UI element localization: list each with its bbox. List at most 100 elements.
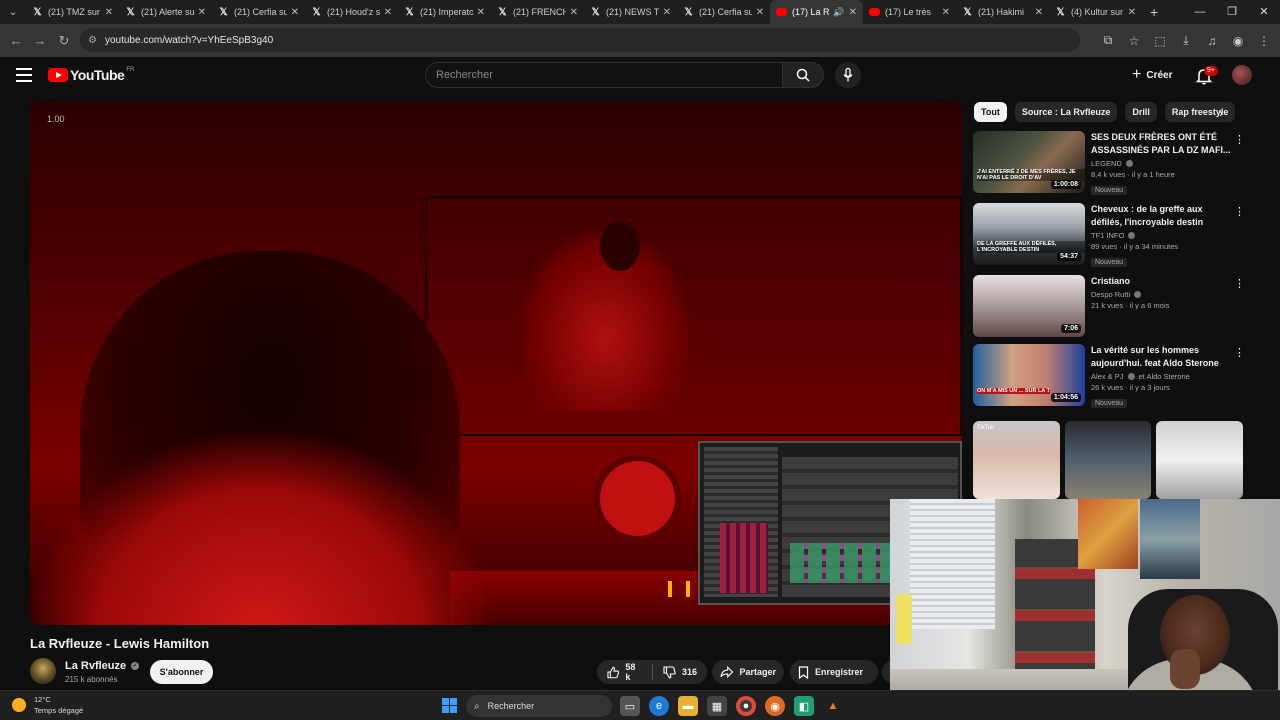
close-tab-icon[interactable]: ✕ bbox=[1128, 7, 1136, 18]
short-thumbnail[interactable] bbox=[1064, 421, 1152, 499]
recommendation-item[interactable]: DE LA GREFFE AUX DÉFILÉS, L'INCROYABLE D… bbox=[973, 203, 1245, 267]
video-thumbnail[interactable]: 7:06 bbox=[973, 275, 1085, 337]
browser-tab[interactable]: 𝕏 (21) Houd'z sur X ✕ bbox=[305, 0, 398, 24]
filter-chip[interactable]: Source : La Rvfleuze bbox=[1014, 102, 1118, 122]
weather-widget[interactable]: 12°C Temps dégagé bbox=[12, 694, 83, 716]
close-tab-icon[interactable]: ✕ bbox=[756, 7, 764, 18]
close-tab-icon[interactable]: ✕ bbox=[384, 7, 392, 18]
recommendation-title[interactable]: La vérité sur les hommes aujourd'hui. fe… bbox=[1091, 344, 1231, 370]
like-button[interactable]: 58 k bbox=[597, 660, 652, 684]
forward-arrow-icon[interactable]: → bbox=[28, 33, 52, 48]
account-avatar[interactable] bbox=[1232, 65, 1252, 85]
menu-icon[interactable] bbox=[16, 68, 32, 82]
recommendation-channel[interactable]: LEGEND bbox=[1091, 159, 1231, 168]
recommendation-title[interactable]: Cristiano bbox=[1091, 275, 1231, 288]
recommendation-channel[interactable]: Alex & PJ et Aldo Sterone bbox=[1091, 372, 1231, 381]
browser-tab[interactable]: 𝕏 (21) FRENCH sur X ✕ bbox=[491, 0, 584, 24]
maximize-button[interactable]: ❐ bbox=[1216, 0, 1248, 24]
save-button[interactable]: Enregistrer bbox=[790, 660, 878, 684]
close-tab-icon[interactable]: ✕ bbox=[291, 7, 299, 18]
recommendation-item[interactable]: 7:06 Cristiano Despo Rutti 21 k vues · i… bbox=[973, 275, 1245, 339]
browser-tab[interactable]: (17) Le très ✕ bbox=[863, 0, 956, 24]
browser-tab[interactable]: (17) La R 🔊 ✕ bbox=[770, 0, 863, 24]
bookmark-star-icon[interactable]: ☆ bbox=[1126, 34, 1142, 48]
browser-tab[interactable]: 𝕏 (4) Kultur sur ✕ bbox=[1049, 0, 1142, 24]
channel-avatar[interactable] bbox=[30, 658, 56, 684]
close-tab-icon[interactable]: ✕ bbox=[105, 7, 113, 18]
subscribe-button[interactable]: S'abonner bbox=[150, 660, 213, 684]
close-tab-icon[interactable]: ✕ bbox=[663, 7, 671, 18]
youtube-logo[interactable]: YouTube FR bbox=[48, 67, 134, 83]
browser-menu-icon[interactable]: ⋮ bbox=[1256, 34, 1272, 48]
browser-tab[interactable]: 𝕏 (21) Cerfia sur X ✕ bbox=[212, 0, 305, 24]
windows-start-icon[interactable] bbox=[442, 698, 457, 713]
close-window-button[interactable]: ✕ bbox=[1248, 0, 1280, 24]
tab-search-chevron-icon[interactable]: ⌄ bbox=[0, 0, 26, 24]
recommendation-channel[interactable]: TF1 INFO bbox=[1091, 231, 1231, 240]
browser-tab[interactable]: 𝕏 (21) Hakimi ✕ bbox=[956, 0, 1049, 24]
microphone-icon bbox=[843, 68, 853, 82]
extensions-icon[interactable]: ⬚ bbox=[1152, 34, 1168, 48]
close-tab-icon[interactable]: ✕ bbox=[198, 7, 206, 18]
browser-tab[interactable]: 𝕏 (21) Alerte sur X ✕ bbox=[119, 0, 212, 24]
downloads-icon[interactable]: ⤓ bbox=[1178, 33, 1194, 48]
browser-tab[interactable]: 𝕏 (21) Cerfia sur X ✕ bbox=[677, 0, 770, 24]
verified-check-icon bbox=[1128, 232, 1136, 239]
recommendation-channel[interactable]: Despo Rutti bbox=[1091, 290, 1231, 299]
video-thumbnail[interactable]: DE LA GREFFE AUX DÉFILÉS, L'INCROYABLE D… bbox=[973, 203, 1085, 265]
close-tab-icon[interactable]: ✕ bbox=[570, 7, 578, 18]
browser-tab[interactable]: 𝕏 (21) NEWS T sur X ✕ bbox=[584, 0, 677, 24]
browser-tab[interactable]: 𝕏 (21) Imperator sur X ✕ bbox=[398, 0, 491, 24]
media-controls-icon[interactable]: ♫ bbox=[1204, 34, 1220, 48]
search-button[interactable] bbox=[782, 62, 824, 88]
tab-audio-icon[interactable]: 🔊 bbox=[833, 7, 844, 18]
short-thumbnail[interactable]: TikTok bbox=[973, 421, 1060, 499]
minimize-button[interactable]: — bbox=[1184, 0, 1216, 24]
taskbar-search[interactable]: ⌕ Rechercher bbox=[466, 695, 612, 717]
edge-browser-icon[interactable]: e bbox=[649, 696, 669, 716]
close-tab-icon[interactable]: ✕ bbox=[1035, 7, 1043, 18]
more-vertical-icon[interactable]: ⋮ bbox=[1234, 205, 1245, 218]
firefox-icon[interactable]: ◉ bbox=[765, 696, 785, 716]
share-button[interactable]: Partager bbox=[712, 660, 784, 684]
new-tab-button[interactable]: + bbox=[1150, 4, 1158, 20]
tab-title: (21) Houd'z sur X bbox=[327, 7, 380, 17]
recommendation-title[interactable]: Cheveux : de la greffe aux défilés, l'in… bbox=[1091, 203, 1231, 229]
duration-badge: 1:04:56 bbox=[1050, 393, 1081, 402]
video-thumbnail[interactable]: J'AI ENTERRÉ 2 DE MES FRÈRES, JE N'AI PA… bbox=[973, 131, 1085, 193]
close-tab-icon[interactable]: ✕ bbox=[477, 7, 485, 18]
filter-chip[interactable]: Tout bbox=[974, 102, 1007, 122]
recommendation-title[interactable]: SES DEUX FRÈRES ONT ÉTÉ ASSASSINÉS PAR L… bbox=[1091, 131, 1231, 157]
recommendation-item[interactable]: J'AI ENTERRÉ 2 DE MES FRÈRES, JE N'AI PA… bbox=[973, 131, 1245, 195]
create-button[interactable]: + Créer bbox=[1124, 62, 1180, 88]
more-vertical-icon[interactable]: ⋮ bbox=[1234, 346, 1245, 359]
reload-icon[interactable]: ↻ bbox=[52, 33, 76, 49]
video-player[interactable]: 1.00 bbox=[30, 101, 962, 625]
browser-tab[interactable]: 𝕏 (21) TMZ sur X ✕ bbox=[26, 0, 119, 24]
site-info-icon[interactable]: ⚙ bbox=[88, 35, 97, 46]
vlc-icon[interactable]: ▲ bbox=[823, 696, 843, 716]
task-view-icon[interactable]: ▭ bbox=[620, 696, 640, 716]
app-icon[interactable]: ◧ bbox=[794, 696, 814, 716]
close-tab-icon[interactable]: ✕ bbox=[849, 7, 857, 18]
filter-chip[interactable]: Drill bbox=[1125, 102, 1157, 122]
url-field[interactable]: ⚙ youtube.com/watch?v=YhEeSpB3g40 bbox=[80, 28, 1080, 52]
microsoft-store-icon[interactable]: ▦ bbox=[707, 696, 727, 716]
dislike-button[interactable]: 316 bbox=[653, 660, 707, 684]
filter-chip[interactable]: Rap freestyle bbox=[1164, 102, 1236, 122]
recommendation-item[interactable]: ON M'A MIS UN ... SUR LA T 1:04:56 La vé… bbox=[973, 344, 1245, 408]
back-arrow-icon[interactable]: ← bbox=[4, 33, 28, 48]
chrome-browser-icon[interactable]: ● bbox=[736, 696, 756, 716]
more-vertical-icon[interactable]: ⋮ bbox=[1234, 277, 1245, 290]
profile-icon[interactable]: ◉ bbox=[1230, 34, 1246, 48]
file-explorer-icon[interactable]: ▬ bbox=[678, 696, 698, 716]
voice-search-button[interactable] bbox=[835, 62, 861, 88]
chevron-right-icon[interactable]: › bbox=[1219, 106, 1223, 120]
close-tab-icon[interactable]: ✕ bbox=[942, 7, 950, 18]
channel-name[interactable]: La Rvfleuze ✓ bbox=[65, 660, 140, 672]
video-thumbnail[interactable]: ON M'A MIS UN ... SUR LA T 1:04:56 bbox=[973, 344, 1085, 406]
short-thumbnail[interactable] bbox=[1156, 421, 1244, 499]
install-app-icon[interactable]: ⧉ bbox=[1100, 33, 1116, 48]
search-input[interactable]: Rechercher bbox=[425, 62, 783, 88]
more-vertical-icon[interactable]: ⋮ bbox=[1234, 133, 1245, 146]
